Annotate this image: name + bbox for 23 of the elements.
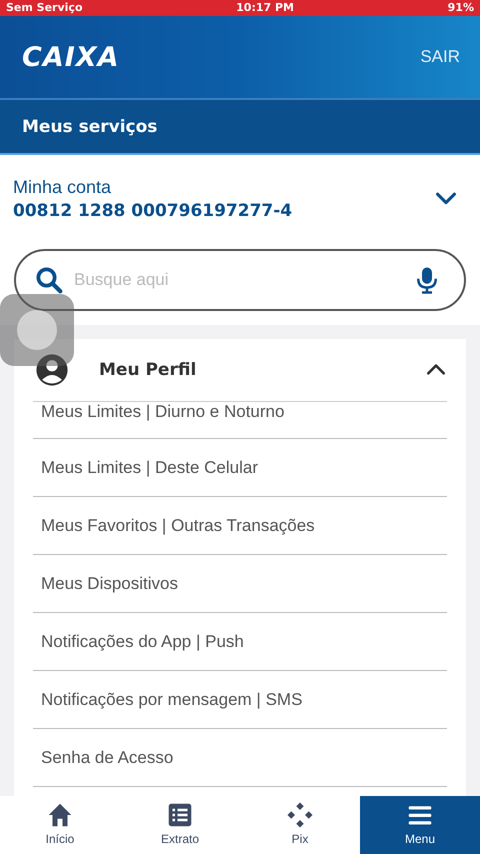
menu-item[interactable]: Meus Dispositivos	[41, 574, 178, 594]
menu-item[interactable]: Notificações do App | Push	[41, 632, 244, 652]
account-number: 00812 1288 000796197277-4	[13, 201, 292, 221]
menu-item[interactable]: Meus Limites | Diurno e Noturno	[41, 402, 284, 422]
search-field[interactable]: Busque aqui	[72, 269, 404, 291]
carrier-text: Sem Serviço	[6, 1, 83, 15]
section-title: Meus serviços	[22, 116, 158, 136]
person-icon	[35, 353, 69, 387]
diamond-icon	[285, 800, 315, 830]
search-icon[interactable]	[34, 265, 64, 295]
logout-button[interactable]: SAIR	[420, 43, 460, 71]
battery-text: 91%	[448, 1, 474, 15]
menu-item[interactable]: Meus Limites | Deste Celular	[41, 458, 258, 478]
floating-button[interactable]	[0, 294, 74, 366]
menu-item[interactable]: Notificações por mensagem | SMS	[41, 690, 302, 710]
account-label: Minha conta	[13, 177, 112, 198]
clock-text: 10:17 PM	[236, 1, 294, 15]
logo: CAIXA	[22, 42, 120, 72]
section-heading[interactable]: Meu Perfil	[99, 360, 395, 380]
menu-item[interactable]: Senha de Acesso	[41, 748, 174, 768]
nav-tab[interactable]: Menu	[360, 796, 480, 854]
search-bar[interactable]: Busque aqui	[14, 249, 466, 311]
menu-item[interactable]: Meus Favoritos | Outras Transações	[41, 516, 315, 536]
